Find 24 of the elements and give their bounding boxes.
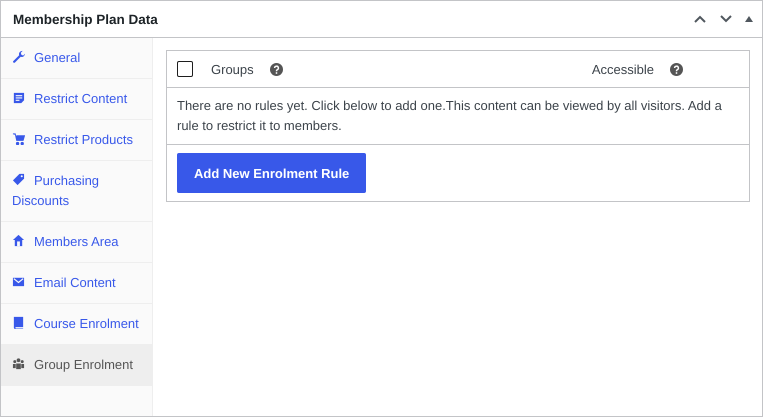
envelope-icon xyxy=(12,275,25,288)
book-icon xyxy=(12,316,25,329)
wrench-icon xyxy=(12,50,25,63)
sidebar-tab[interactable]: Group Enrolment xyxy=(1,345,152,386)
sidebar-tab[interactable]: Members Area xyxy=(1,222,152,263)
house-icon xyxy=(12,234,25,247)
sidebar-tab[interactable]: Restrict Products xyxy=(1,120,152,161)
document-icon xyxy=(12,91,25,104)
add-rule-button[interactable]: Add New Enrolment Rule xyxy=(177,153,366,193)
column-header: Groups xyxy=(211,62,254,76)
help-icon[interactable] xyxy=(270,62,283,76)
sidebar-tab[interactable]: General xyxy=(1,38,152,79)
panel-title: Membership Plan Data xyxy=(13,12,159,26)
group-icon xyxy=(12,357,25,370)
select-all-checkbox[interactable] xyxy=(177,61,193,77)
help-icon[interactable] xyxy=(670,62,683,76)
cart-icon xyxy=(12,132,25,145)
sidebar-tab[interactable]: Email Content xyxy=(1,263,152,304)
sidebar-tab[interactable]: Purchasing Discounts xyxy=(1,161,152,222)
collapse-icon[interactable] xyxy=(744,15,754,23)
tag-icon xyxy=(12,173,25,186)
sidebar-tab[interactable]: Restrict Content xyxy=(1,79,152,120)
empty-message: There are no rules yet. Click below to add one.This content can be viewed by all visitors. Add a rule to restrict it to members. xyxy=(177,98,722,133)
column-header: Accessible xyxy=(592,62,654,76)
